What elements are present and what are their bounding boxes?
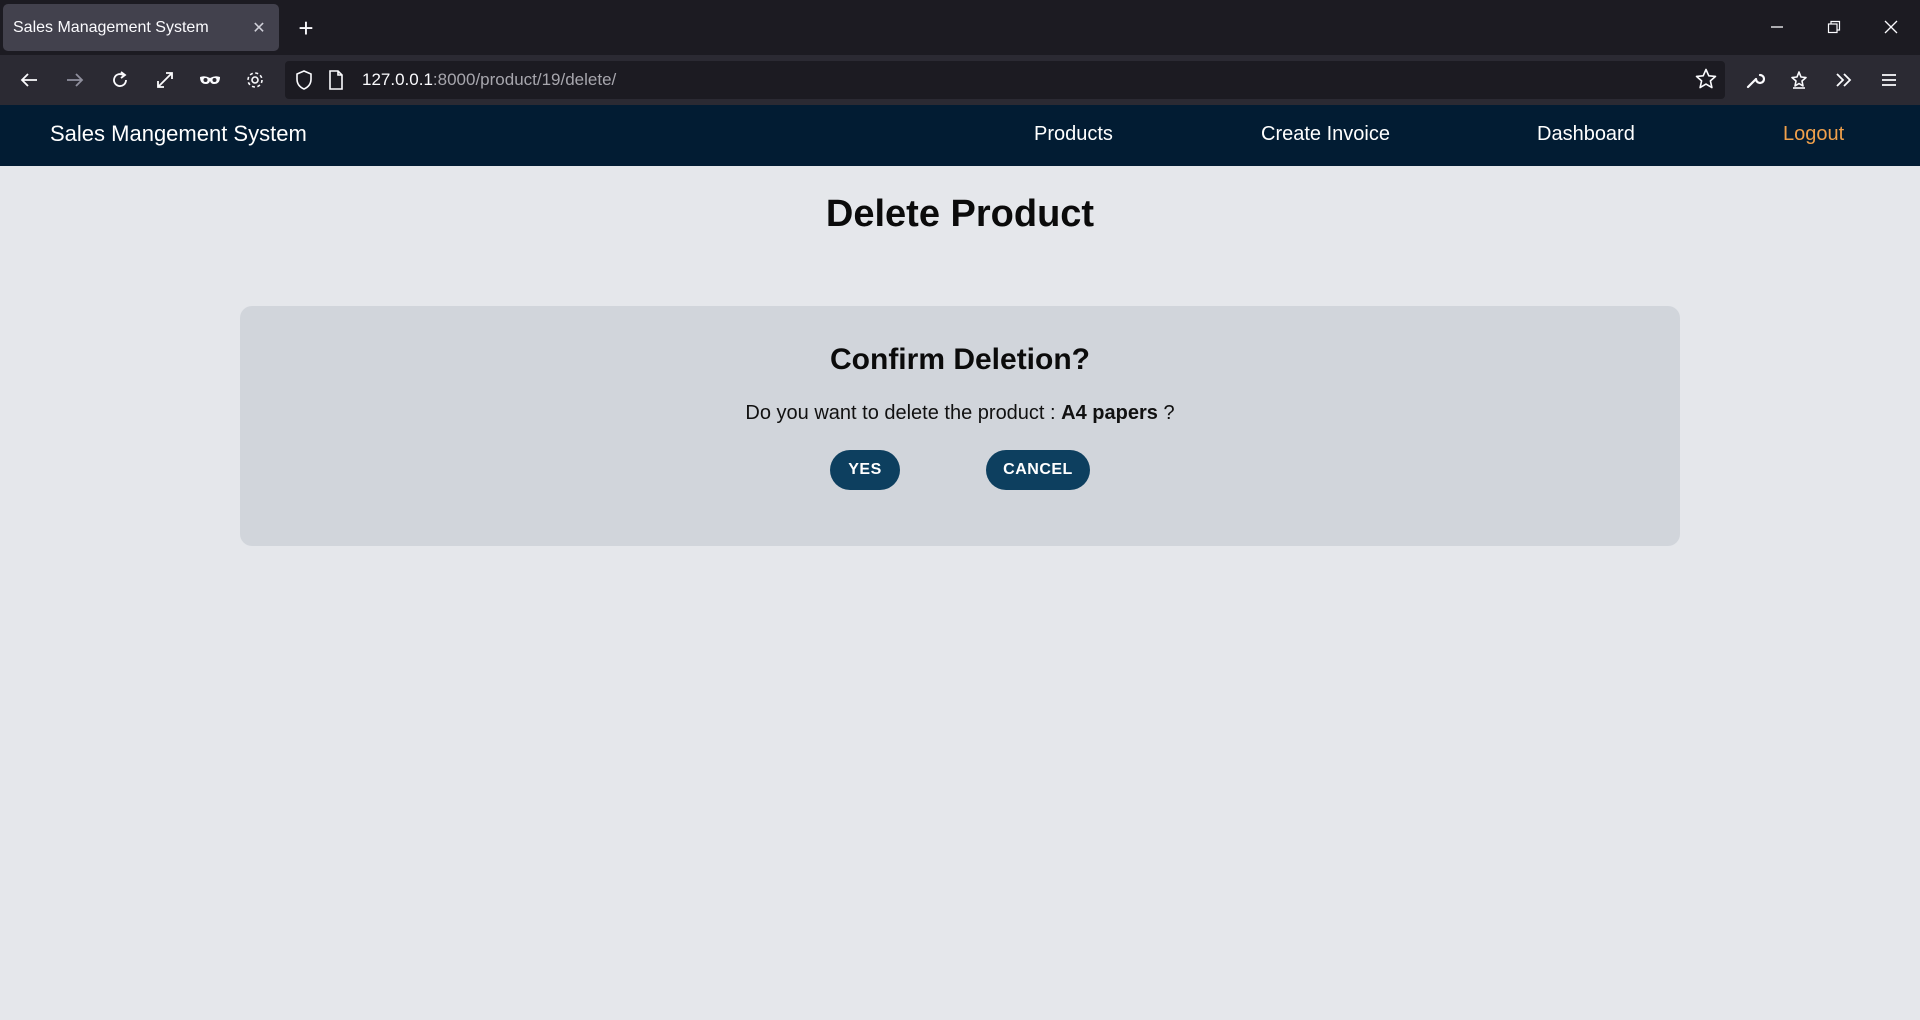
minimize-window-icon[interactable] bbox=[1757, 8, 1797, 46]
confirm-delete-card: Confirm Deletion? Do you want to delete … bbox=[240, 306, 1680, 546]
nav-dashboard[interactable]: Dashboard bbox=[1537, 123, 1635, 146]
yes-button[interactable]: YES bbox=[830, 450, 900, 490]
browser-tab[interactable]: Sales Management System ✕ bbox=[3, 4, 279, 51]
prompt-suffix: ? bbox=[1157, 402, 1175, 424]
confirm-heading: Confirm Deletion? bbox=[830, 343, 1090, 376]
site-header: Sales Mangement System Products Create I… bbox=[0, 105, 1920, 166]
tab-close-icon[interactable]: ✕ bbox=[249, 18, 269, 38]
close-window-icon[interactable] bbox=[1871, 8, 1911, 46]
wrench-icon[interactable] bbox=[1737, 62, 1773, 98]
reload-icon[interactable] bbox=[102, 62, 138, 98]
url-text[interactable]: 127.0.0.1:8000/product/19/delete/ bbox=[362, 70, 616, 90]
product-name: A4 papers bbox=[1061, 402, 1158, 424]
mask-icon[interactable] bbox=[192, 62, 228, 98]
browser-toolbar: 127.0.0.1:8000/product/19/delete/ bbox=[0, 55, 1920, 105]
browser-tab-bar: Sales Management System ✕ + bbox=[0, 0, 1920, 55]
gear-icon[interactable] bbox=[237, 62, 273, 98]
tab-title: Sales Management System bbox=[13, 18, 209, 36]
page-icon[interactable] bbox=[328, 70, 344, 95]
site-brand[interactable]: Sales Mangement System bbox=[50, 121, 307, 147]
extensions-icon[interactable] bbox=[1781, 62, 1817, 98]
url-bar[interactable]: 127.0.0.1:8000/product/19/delete/ bbox=[285, 61, 1725, 99]
nav-products[interactable]: Products bbox=[1034, 123, 1113, 146]
fullscreen-icon[interactable] bbox=[147, 62, 183, 98]
star-icon[interactable] bbox=[1695, 68, 1717, 95]
nav-logout[interactable]: Logout bbox=[1783, 123, 1844, 146]
cancel-button[interactable]: CANCEL bbox=[986, 450, 1090, 490]
back-icon[interactable] bbox=[11, 62, 47, 98]
forward-icon[interactable] bbox=[57, 62, 93, 98]
menu-icon[interactable] bbox=[1871, 62, 1907, 98]
shield-icon[interactable] bbox=[295, 70, 313, 95]
overflow-icon[interactable] bbox=[1826, 62, 1862, 98]
nav-create-invoice[interactable]: Create Invoice bbox=[1261, 123, 1390, 146]
prompt-prefix: Do you want to delete the product : bbox=[745, 402, 1062, 424]
url-path: :8000/product/19/delete/ bbox=[432, 70, 617, 89]
confirm-prompt: Do you want to delete the product : A4 p… bbox=[240, 402, 1680, 425]
page-title: Delete Product bbox=[825, 193, 1095, 235]
new-tab-button[interactable]: + bbox=[290, 12, 322, 44]
url-host: 127.0.0.1 bbox=[362, 70, 433, 89]
restore-window-icon[interactable] bbox=[1814, 8, 1854, 46]
